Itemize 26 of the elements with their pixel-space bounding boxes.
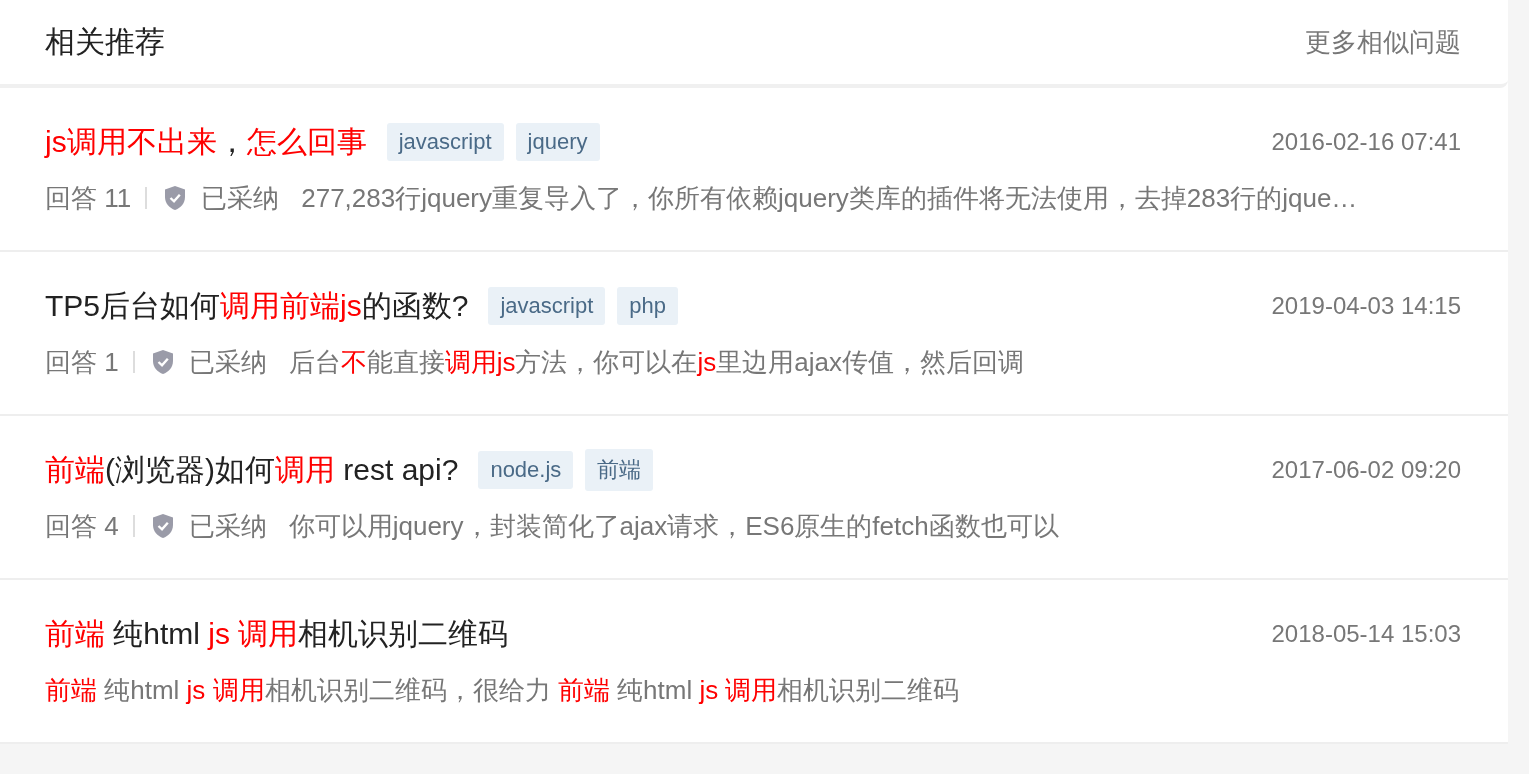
answer-excerpt: 你可以用jquery，封装简化了ajax请求，ES6原生的fetch函数也可以 [288,509,1059,543]
answer-excerpt: 277,283行jquery重复导入了，你所有依赖jquery类库的插件将无法使用，去掉283行的jque… [301,181,1358,215]
tag[interactable]: jquery [515,123,600,161]
answer-excerpt: 后台不能直接调用js方法，你可以在js里边用ajax传值，然后回调 [288,345,1024,379]
answer-count: 回答 11 [45,181,132,215]
question-date: 2018-05-14 15:03 [1271,620,1461,648]
accepted-label: 已采纳 [188,509,267,543]
tag[interactable]: php [617,287,679,325]
tag[interactable]: javascript [386,123,504,161]
question-title[interactable]: 前端 纯html js 调用相机识别二维码 [45,613,509,655]
question-title[interactable]: js调用不出来，怎么回事 [45,121,367,163]
answer-count: 回答 4 [45,509,119,543]
accepted-label: 已采纳 [201,181,280,215]
answer-excerpt: 前端 纯html js 调用相机识别二维码，很给力 前端 纯html js 调用相机识别二维码 [45,673,960,707]
accepted-label: 已采纳 [188,345,267,379]
tag[interactable]: javascript [488,287,606,325]
question-title[interactable]: 前端(浏览器)如何调用 rest api? [45,449,459,491]
more-link[interactable]: 更多相似问题 [1305,24,1461,60]
tag[interactable]: 前端 [585,449,654,491]
answer-count: 回答 1 [45,345,119,379]
question-date: 2019-04-03 14:15 [1271,292,1461,320]
question-date: 2016-02-16 07:41 [1271,128,1461,156]
tag[interactable]: node.js [478,451,574,489]
question-date: 2017-06-02 09:20 [1271,456,1461,484]
section-title: 相关推荐 [45,23,165,60]
question-title[interactable]: TP5后台如何调用前端js的函数? [45,285,469,327]
